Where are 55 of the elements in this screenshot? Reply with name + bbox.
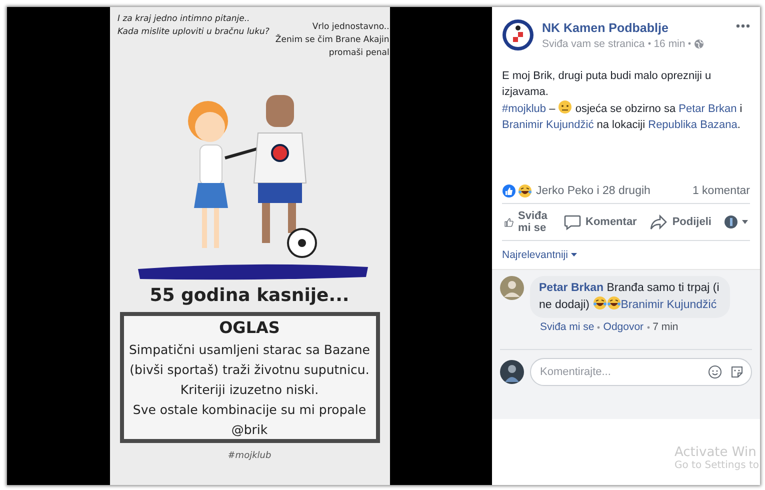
separator-dot-icon xyxy=(646,326,650,328)
post-text: E moj Brik, drugi puta budi malo oprezniji u izjavama. xyxy=(502,69,712,100)
post-text: #mojklub – osjeća se obzirno sa Petar Brkan i Branimir Kujundžić na lokaciji Republika Bazana. xyxy=(502,100,750,133)
ad-text: Sve ostale kombinacije su mi propale xyxy=(132,402,366,417)
ad-title: OGLAS xyxy=(219,318,280,337)
share-arrow-icon xyxy=(649,212,668,232)
ad-text: @brik xyxy=(231,422,268,437)
like-reaction-icon xyxy=(502,184,516,198)
audience-selector-button[interactable] xyxy=(722,213,750,231)
comment-count-link[interactable]: 1 komentar xyxy=(692,185,750,197)
ad-text: (bivši sportaš) traži životnu suputnicu. xyxy=(130,362,370,377)
page-name-link[interactable]: NK Kamen Podbablje xyxy=(542,20,728,34)
reactions-link[interactable]: Jerko Peko i 28 drugih xyxy=(536,185,650,197)
post-link[interactable]: Branimir Kujundžić xyxy=(502,118,594,130)
sticker-icon xyxy=(730,365,744,379)
avatar-icon xyxy=(500,276,524,300)
comment-time-text: 7 min xyxy=(652,321,678,333)
laughing-face-icon xyxy=(592,296,607,310)
comment-action-link[interactable]: Odgovor xyxy=(603,321,644,333)
caption-text: 55 godina kasnije... xyxy=(150,285,350,306)
laughing-face-icon xyxy=(606,296,621,310)
comment-action-link[interactable]: Sviđa mi se xyxy=(540,321,594,333)
caret-icon xyxy=(570,253,577,257)
separator-dot-icon xyxy=(688,42,692,45)
post-link[interactable]: Republika Bazana xyxy=(648,118,738,130)
share-button[interactable]: Podijeli xyxy=(647,210,714,234)
answer-text: Vrlo jednostavno.. xyxy=(311,21,390,34)
comment-text: Petar Brkan Branđa samo ti trpaj (i ne dodaji) Branimir Kujundžić xyxy=(530,276,730,318)
mention-link[interactable]: Branimir Kujundžić xyxy=(620,299,717,311)
page-status-text: Sviđa vam se stranica xyxy=(542,38,645,50)
ad-text: Kriteriji izuzetno niski. xyxy=(180,382,319,397)
post-link[interactable]: #mojklub xyxy=(502,103,546,115)
question-text: Kada mislite uploviti u bračnu luku? xyxy=(118,26,270,39)
like-button[interactable]: Sviđa mi se xyxy=(502,208,552,236)
globe-icon xyxy=(694,38,704,48)
answer-text: promaši penal xyxy=(328,47,390,60)
sort-dropdown[interactable]: Najrelevantniji xyxy=(492,241,587,269)
profile-photo-icon xyxy=(724,215,738,229)
ad-text: Simpatični usamljeni starac sa Bazane xyxy=(128,342,370,357)
club-logo-icon xyxy=(502,19,534,51)
comment-input-field[interactable]: Komentirajte... xyxy=(530,358,752,386)
speech-bubble-icon xyxy=(562,212,582,232)
neutral-face-icon xyxy=(558,100,572,114)
separator-dot-icon xyxy=(597,326,600,328)
caret-icon xyxy=(742,220,748,224)
post-link[interactable]: Petar Brkan xyxy=(678,103,737,115)
more-icon xyxy=(736,24,750,28)
answer-text: Ženim se čim Brane Akajin xyxy=(275,34,390,47)
hashtag-text: #mojklub xyxy=(228,451,272,461)
laughing-face-icon xyxy=(518,184,532,198)
separator-dot-icon xyxy=(648,42,651,45)
smiley-icon xyxy=(708,365,722,379)
avatar-icon xyxy=(500,360,524,384)
question-text: I za kraj jedno intimno pitanje.. xyxy=(118,13,251,26)
comment-button[interactable]: Komentar xyxy=(560,210,639,234)
